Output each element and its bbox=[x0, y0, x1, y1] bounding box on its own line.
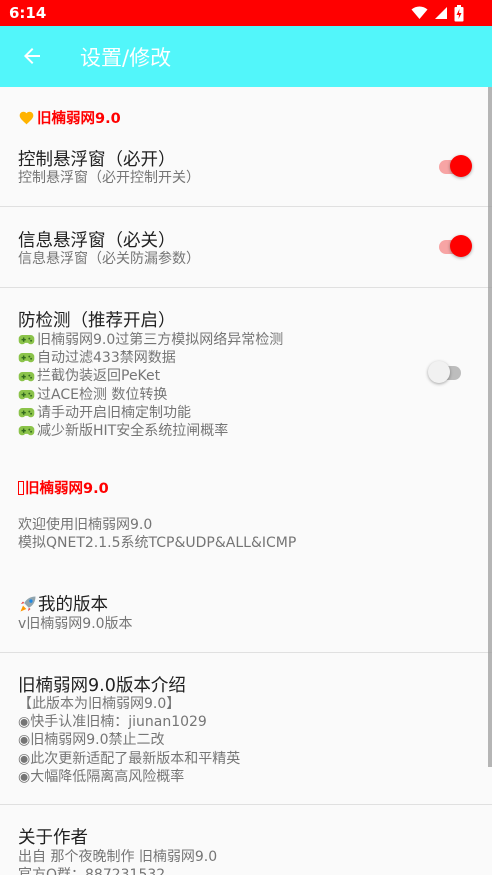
summary-line: ◉此次更新适配了最新版本和平精英 bbox=[18, 750, 241, 767]
status-bar: 6:14 bbox=[0, 0, 492, 26]
summary-line: 请手动开启旧楠定制功能 bbox=[18, 404, 283, 422]
pref-my-version-summary: v旧楠弱网9.0版本 bbox=[18, 616, 133, 632]
summary-text: 过ACE检测 数位转换 bbox=[37, 386, 168, 403]
pref-float-info-title: 信息悬浮窗（必关） bbox=[18, 231, 176, 251]
gamepad-icon bbox=[18, 389, 35, 399]
summary-line: 拦截伪装返回PeKet bbox=[18, 367, 283, 385]
gamepad-icon bbox=[18, 335, 35, 345]
category-label-1: 旧楠弱网9.0 bbox=[37, 111, 121, 127]
pref-anti-detect-summary: 旧楠弱网9.0过第三方模拟网络异常检测 自动过滤433禁网数据 拦截伪装返回Pe… bbox=[18, 331, 283, 440]
welcome-line: 模拟QNET2.1.5系统TCP&UDP&ALL&ICMP bbox=[18, 535, 297, 552]
rocket-icon bbox=[20, 596, 36, 611]
battery-icon bbox=[454, 4, 464, 21]
preferences-list: 旧楠弱网9.0 控制悬浮窗（必开） 控制悬浮窗（必开控制开关） 信息悬浮窗（必关… bbox=[0, 87, 492, 875]
summary-text: 旧楠弱网9.0过第三方模拟网络异常检测 bbox=[37, 332, 284, 348]
switch-thumb bbox=[450, 155, 472, 177]
summary-line: 官方Q群：887231532 bbox=[18, 866, 217, 875]
switch-thumb bbox=[428, 361, 450, 383]
summary-text: 减少新版HIT安全系统拉闸概率 bbox=[37, 423, 229, 440]
divider bbox=[0, 804, 492, 805]
summary-line: 过ACE检测 数位转换 bbox=[18, 386, 283, 404]
summary-text: 请手动开启旧楠定制功能 bbox=[37, 404, 191, 421]
arrow-back-icon[interactable] bbox=[20, 44, 44, 68]
summary-line: 自动过滤433禁网数据 bbox=[18, 349, 283, 367]
pref-about-title: 关于作者 bbox=[18, 828, 88, 848]
float-info-switch[interactable] bbox=[436, 235, 472, 257]
summary-text: 自动过滤433禁网数据 bbox=[37, 350, 176, 367]
summary-line: 出自 那个夜晚制作 旧楠弱网9.0 bbox=[18, 849, 218, 865]
summary-line: 【此版本为旧楠弱网9.0】 bbox=[18, 696, 181, 712]
heart-icon bbox=[19, 111, 34, 125]
app-bar: 设置/修改 bbox=[0, 26, 492, 87]
summary-line: ◉快手认准旧楠：jiunan1029 bbox=[18, 714, 207, 731]
status-time: 6:14 bbox=[9, 4, 47, 22]
switch-thumb bbox=[450, 235, 472, 257]
divider bbox=[0, 287, 492, 288]
welcome-line: 欢迎使用旧楠弱网9.0 bbox=[18, 517, 153, 533]
gamepad-icon bbox=[18, 426, 35, 436]
signal-icon bbox=[435, 7, 447, 19]
scrollbar[interactable] bbox=[488, 87, 492, 767]
divider bbox=[0, 652, 492, 653]
pref-version-intro-summary: 【此版本为旧楠弱网9.0】 ◉快手认准旧楠：jiunan1029 ◉旧楠弱网9.… bbox=[18, 695, 240, 786]
category-label-2: 旧楠弱网9.0 bbox=[25, 481, 109, 497]
summary-line: ◉大幅降低隔离高风险概率 bbox=[18, 768, 185, 785]
anti-detect-switch[interactable] bbox=[428, 361, 464, 383]
pref-anti-detect-title: 防检测（推荐开启） bbox=[18, 311, 176, 331]
summary-text: 拦截伪装返回PeKet bbox=[37, 368, 161, 385]
welcome-text[interactable]: 欢迎使用旧楠弱网9.0 模拟QNET2.1.5系统TCP&UDP&ALL&ICM… bbox=[18, 516, 296, 552]
pref-about-summary: 出自 那个夜晚制作 旧楠弱网9.0 官方Q群：887231532 bbox=[18, 848, 217, 875]
gamepad-icon bbox=[18, 353, 35, 363]
pref-my-version-label: 我的版本 bbox=[38, 595, 108, 615]
missing-glyph bbox=[18, 480, 24, 495]
pref-version-intro-title: 旧楠弱网9.0版本介绍 bbox=[18, 676, 186, 696]
status-icons bbox=[411, 4, 464, 22]
summary-line: ◉旧楠弱网9.0禁止二改 bbox=[18, 732, 165, 749]
pref-float-control-summary: 控制悬浮窗（必开控制开关） bbox=[18, 170, 200, 186]
category-header-2: 旧楠弱网9.0 bbox=[18, 477, 109, 498]
pref-my-version-title: 我的版本 bbox=[18, 591, 108, 616]
category-header-1: 旧楠弱网9.0 bbox=[18, 107, 121, 128]
gamepad-icon bbox=[18, 371, 35, 381]
float-control-switch[interactable] bbox=[436, 155, 472, 177]
summary-line: 减少新版HIT安全系统拉闸概率 bbox=[18, 422, 283, 440]
pref-float-info-summary: 信息悬浮窗（必关防漏参数） bbox=[18, 251, 200, 267]
wifi-icon bbox=[411, 6, 428, 19]
summary-line: 旧楠弱网9.0过第三方模拟网络异常检测 bbox=[18, 331, 283, 349]
pref-float-control-title: 控制悬浮窗（必开） bbox=[18, 150, 176, 170]
page-title: 设置/修改 bbox=[80, 46, 172, 70]
gamepad-icon bbox=[18, 407, 35, 418]
divider bbox=[0, 206, 492, 207]
